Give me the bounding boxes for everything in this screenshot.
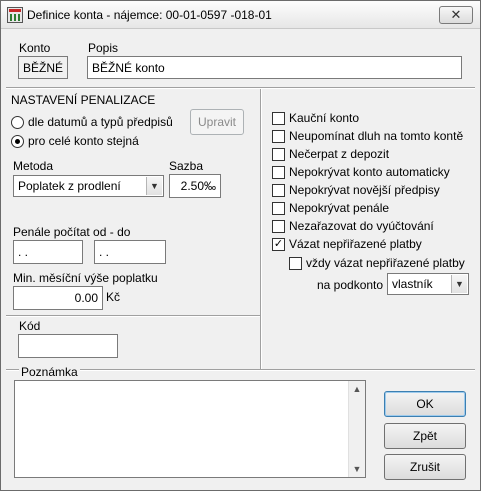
checkbox-nepokryvat-penale[interactable]	[272, 202, 285, 215]
option-label: Kauční konto	[289, 111, 360, 125]
divider	[6, 87, 475, 89]
option-label: Neupomínat dluh na tomto kontě	[289, 129, 464, 143]
podkonto-select[interactable]: vlastník ▼	[387, 273, 469, 295]
popis-label: Popis	[88, 41, 119, 55]
sazba-input[interactable]: 2.50‰	[169, 174, 221, 198]
checkbox-vazat-platby[interactable]: ✓	[272, 238, 285, 251]
checkbox-nepokryvat-novejsi[interactable]	[272, 184, 285, 197]
vzdy-vazat-label: vždy vázat nepřiřazené platby	[306, 256, 465, 270]
option-label: Nezařazovat do vyúčtování	[289, 219, 434, 233]
window-title: Definice konta - nájemce: 00-01-0597 -01…	[27, 8, 272, 22]
min-poplatek-label: Min. měsíční výše poplatku	[13, 271, 158, 285]
checkbox-nezarazovat[interactable]	[272, 220, 285, 233]
poznamka-label: Poznámka	[19, 365, 80, 379]
zpet-button[interactable]: Zpět	[384, 423, 466, 449]
penalizace-heading: NASTAVENÍ PENALIZACE	[11, 93, 156, 107]
checkbox-nepokryvat-automaticky[interactable]	[272, 166, 285, 179]
option-label: Nepokrývat konto automaticky	[289, 165, 450, 179]
date-to-input[interactable]: . .	[94, 240, 166, 264]
metoda-value: Poplatek z prodlení	[18, 179, 121, 193]
option-label: Nepokrývat penále	[289, 201, 390, 215]
konto-label: Konto	[19, 41, 51, 55]
app-icon	[7, 7, 23, 23]
checkbox-vzdy-vazat[interactable]	[289, 257, 302, 270]
checkbox-necerpat[interactable]	[272, 148, 285, 161]
checkbox-neupominat[interactable]	[272, 130, 285, 143]
kod-label: Kód	[19, 319, 41, 333]
divider	[6, 315, 260, 317]
scroll-up-icon[interactable]: ▲	[349, 381, 365, 397]
popis-input[interactable]: BĚŽNÉ konto	[87, 56, 462, 79]
penale-label: Penále počítat od - do	[13, 225, 131, 239]
zrusit-button[interactable]: Zrušit	[384, 454, 466, 480]
vertical-scrollbar[interactable]: ▲ ▼	[348, 381, 365, 477]
option-label: Nečerpat z depozit	[289, 147, 390, 161]
dialog-window: Definice konta - nájemce: 00-01-0597 -01…	[0, 0, 481, 491]
kod-input[interactable]	[18, 334, 118, 358]
close-button[interactable]: ✕	[439, 6, 473, 24]
metoda-label: Metoda	[13, 159, 54, 173]
checkmark-icon: ✓	[273, 238, 284, 250]
min-poplatek-input[interactable]: 0.00	[13, 286, 103, 310]
podkonto-label: na podkonto	[317, 278, 384, 292]
radio-cele-konto[interactable]	[11, 135, 24, 148]
radio-dle-datumu-label: dle datumů a typů předpisů	[28, 115, 173, 129]
close-icon: ✕	[450, 7, 462, 22]
title-bar: Definice konta - nájemce: 00-01-0597 -01…	[1, 1, 480, 29]
chevron-down-icon[interactable]: ▼	[146, 177, 162, 195]
metoda-select[interactable]: Poplatek z prodlení ▼	[13, 175, 164, 197]
min-poplatek-unit: Kč	[106, 290, 121, 304]
radio-dle-datumu[interactable]	[11, 116, 24, 129]
scroll-down-icon[interactable]: ▼	[349, 461, 365, 477]
upravit-button[interactable]: Upravit	[190, 109, 244, 135]
radio-cele-konto-label: pro celé konto stejná	[28, 134, 139, 148]
sazba-label: Sazba	[169, 159, 204, 173]
ok-button[interactable]: OK	[384, 391, 466, 417]
option-label: Nepokrývat novější předpisy	[289, 183, 440, 197]
date-from-input[interactable]: . .	[13, 240, 83, 264]
konto-field: BĚŽNÉ	[18, 56, 68, 79]
chevron-down-icon[interactable]: ▼	[451, 275, 467, 293]
option-label: Vázat nepřiřazené platby	[289, 237, 422, 251]
poznamka-textarea[interactable]: ▲ ▼	[14, 380, 366, 478]
divider	[260, 89, 262, 369]
podkonto-value: vlastník	[392, 277, 433, 291]
checkbox-kaucni-konto[interactable]	[272, 112, 285, 125]
